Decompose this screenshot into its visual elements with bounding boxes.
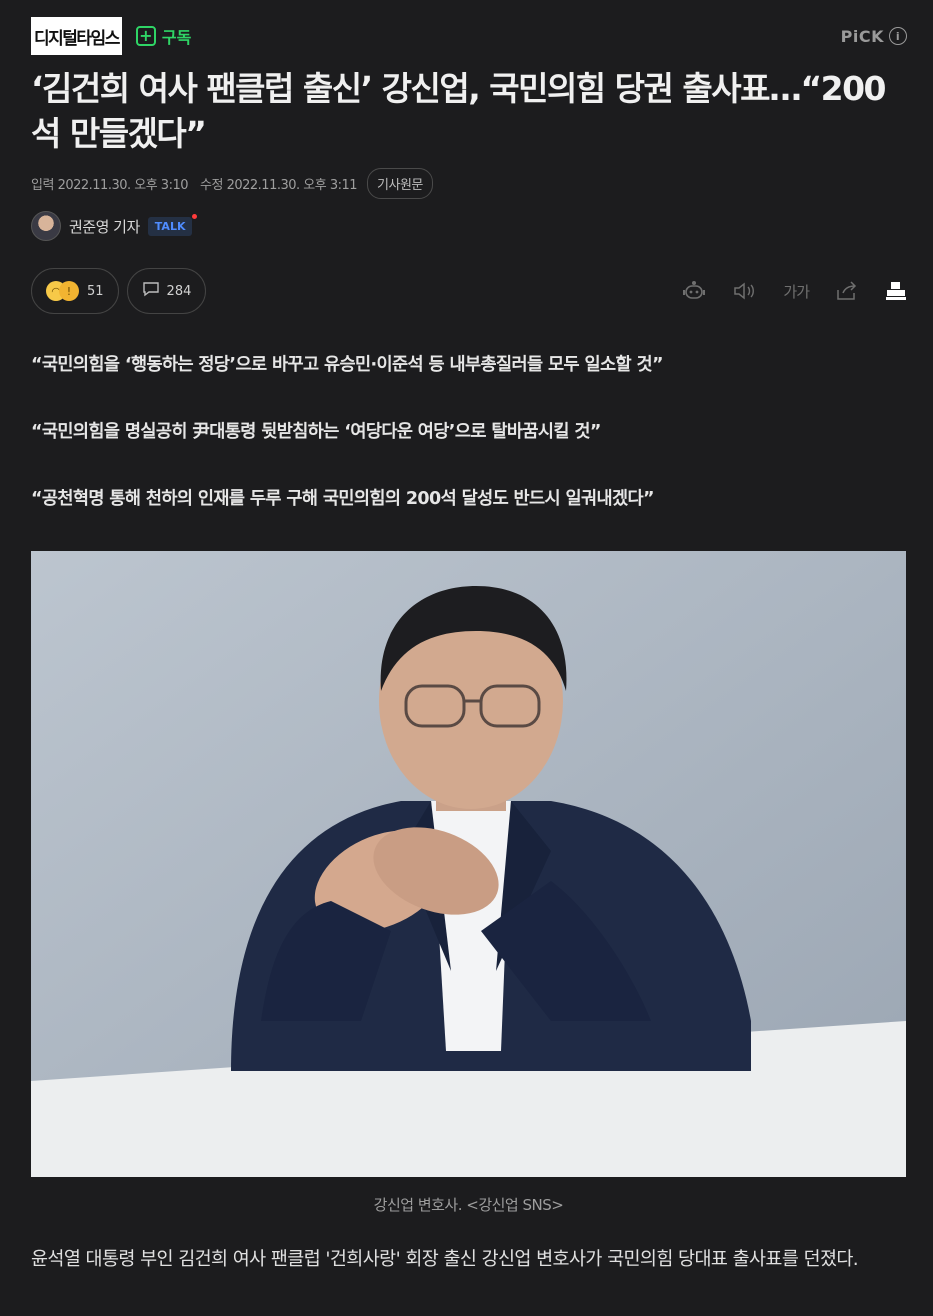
talk-badge[interactable]: TALK	[147, 213, 198, 236]
article-title: ‘김건희 여사 팬클럽 출신’ 강신업, 국민의힘 당권 출사표…“200석 만…	[31, 69, 887, 153]
input-label: 입력	[31, 177, 54, 193]
pick-badge[interactable]: PiCK i	[841, 27, 907, 46]
summary-line-1: “국민의힘을 ‘행동하는 정당’으로 바꾸고 유승민·이준석 등 내부총질러들 …	[31, 355, 663, 375]
byline: 권준영 기자 TALK	[31, 210, 198, 242]
article-tools: 가가	[655, 279, 907, 303]
article-photo[interactable]	[31, 551, 906, 1177]
portrait-illustration	[31, 551, 906, 1177]
print-icon[interactable]	[885, 281, 907, 301]
input-date: 2022.11.30. 오후 3:10	[57, 177, 189, 193]
comment-button[interactable]: 284	[126, 268, 207, 314]
article-dateline: 입력 2022.11.30. 오후 3:10 수정 2022.11.30. 오후…	[31, 167, 433, 199]
info-icon[interactable]: i	[889, 27, 907, 45]
article-paragraph: 윤석열 대통령 부인 김건희 여사 팬클럽 '건희사랑' 회장 출신 강신업 변…	[31, 1249, 859, 1270]
modified-label: 수정	[200, 177, 223, 193]
original-article-button[interactable]: 기사원문	[367, 167, 433, 199]
plus-icon: +	[135, 26, 156, 46]
speaker-icon[interactable]	[733, 281, 757, 301]
robot-summary-icon[interactable]	[681, 279, 707, 303]
summary-line-2: “국민의힘을 명실공히 尹대통령 뒷받침하는 ‘여당다운 여당’으로 탈바꿈시킬…	[31, 422, 601, 442]
press-logo[interactable]: 디지털타임스	[31, 17, 122, 55]
subscribe-label: 구독	[161, 28, 192, 47]
reaction-button[interactable]: ◠ ! 51	[31, 268, 119, 314]
reaction-emojis: ◠ !	[46, 281, 79, 301]
article-actions: ◠ ! 51 284 가가	[31, 268, 907, 314]
surprise-emoji-icon: !	[59, 281, 79, 301]
subscribe-button[interactable]: + 구독	[135, 24, 192, 48]
modified-date: 2022.11.30. 오후 3:11	[226, 177, 358, 193]
reaction-count: 51	[87, 283, 104, 299]
pick-label: PiCK	[840, 26, 884, 46]
share-icon[interactable]	[835, 280, 859, 302]
press-header: 디지털타임스 + 구독 PiCK i	[31, 16, 907, 56]
comment-count: 284	[166, 283, 192, 299]
reporter-avatar[interactable]	[31, 211, 61, 241]
summary-line-3: “공천혁명 통해 천하의 인재를 두루 구해 국민의힘의 200석 달성도 반드…	[31, 489, 655, 509]
talk-label: TALK	[154, 219, 186, 233]
reporter-name[interactable]: 권준영 기자	[69, 216, 140, 237]
photo-caption: 강신업 변호사. <강신업 SNS>	[373, 1196, 564, 1214]
font-size-icon[interactable]: 가가	[783, 281, 810, 302]
comment-bubble-icon	[142, 281, 160, 301]
notification-dot	[192, 213, 198, 219]
